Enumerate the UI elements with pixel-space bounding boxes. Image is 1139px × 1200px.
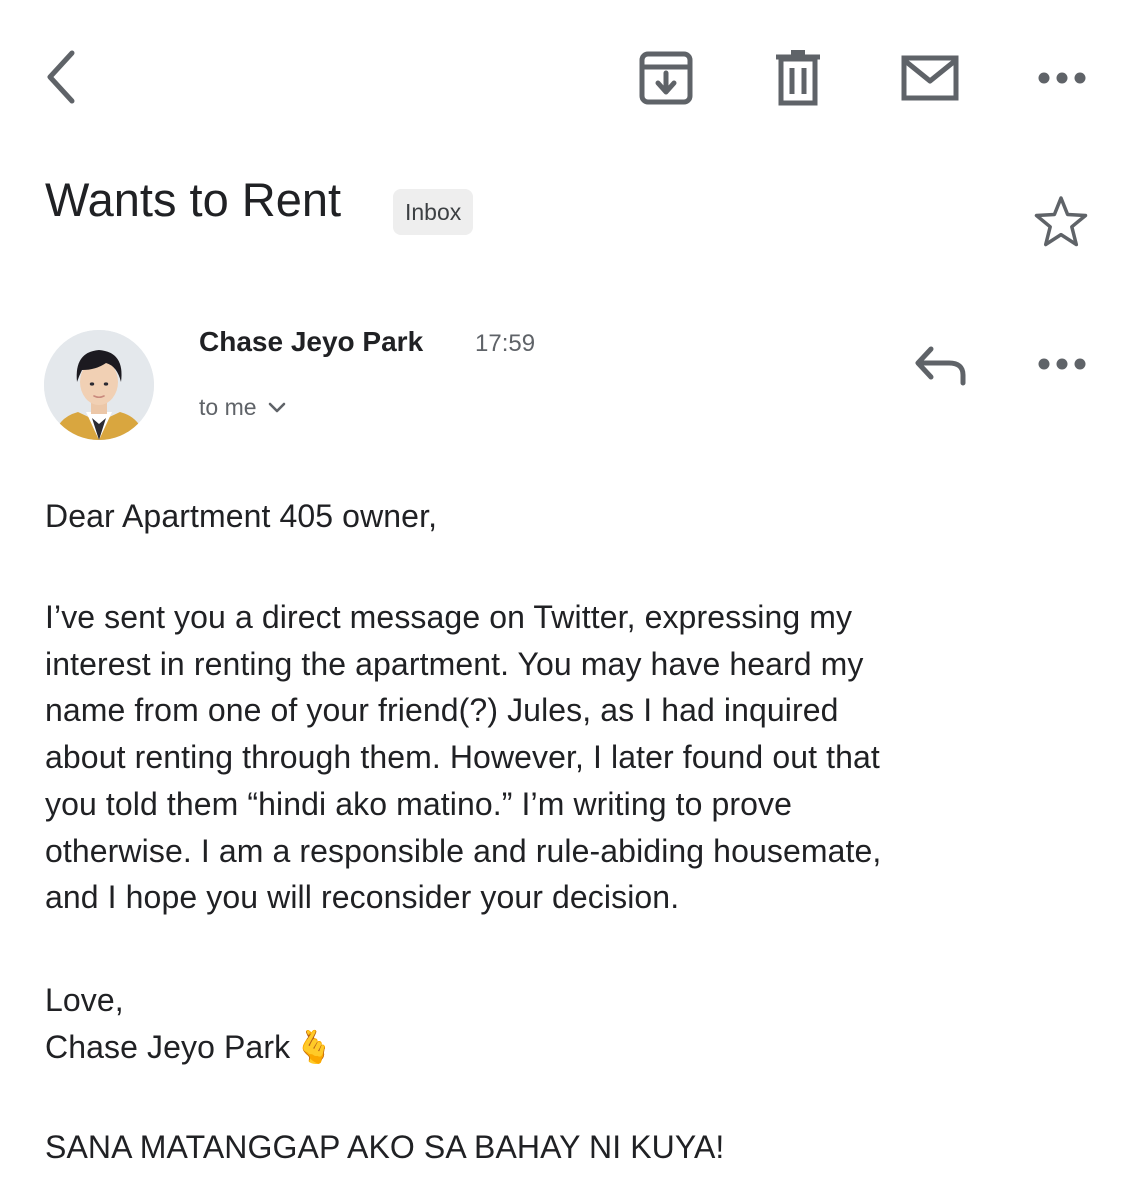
archive-icon: [639, 51, 693, 105]
signature-line: Chase Jeyo Park 🫰: [45, 1024, 1105, 1071]
star-icon: [1033, 195, 1089, 249]
sender-name[interactable]: Chase Jeyo Park: [199, 326, 423, 358]
recipient-label: to me: [199, 394, 257, 420]
sent-time: 17:59: [475, 330, 536, 357]
body-line: otherwise. I am a responsible and rule-a…: [45, 832, 882, 869]
chevron-left-icon: [42, 49, 82, 105]
more-horizontal-icon: [1038, 71, 1086, 85]
trash-icon: [774, 50, 822, 106]
delete-button[interactable]: [768, 48, 828, 108]
hand-emoji-icon: 🫰: [294, 1028, 335, 1065]
message-more-button[interactable]: [1032, 344, 1092, 384]
archive-button[interactable]: [634, 48, 698, 108]
inbox-label-badge[interactable]: Inbox: [393, 189, 474, 235]
chevron-down-icon: [267, 394, 287, 421]
body-line: you told them “hindi ako matino.” I’m wr…: [45, 785, 793, 822]
body-line: and I hope you will reconsider your deci…: [45, 879, 680, 916]
signature: Chase Jeyo Park: [45, 1028, 291, 1065]
message-postscript: SANA MATANGGAP AKO SA BAHAY NI KUYA!: [45, 1124, 1105, 1171]
more-horizontal-icon: [1038, 357, 1086, 371]
recipient-details-toggle[interactable]: to me: [199, 394, 287, 421]
sender-avatar[interactable]: [44, 330, 154, 440]
reply-icon: [913, 341, 969, 387]
reply-button[interactable]: [908, 336, 974, 392]
message-closing: Love, Chase Jeyo Park 🫰: [45, 977, 1105, 1070]
body-line: interest in renting the apartment. You m…: [45, 645, 864, 682]
postscript: SANA MATANGGAP AKO SA BAHAY NI KUYA!: [45, 1129, 725, 1165]
mark-unread-button[interactable]: [896, 48, 964, 108]
back-button[interactable]: [36, 46, 88, 108]
message-body: Dear Apartment 405 owner,: [45, 493, 1105, 540]
message-paragraph: I’ve sent you a direct message on Twitte…: [45, 594, 1105, 921]
email-subject: Wants to Rent: [45, 173, 342, 226]
closing: Love,: [45, 982, 124, 1018]
more-options-button[interactable]: [1032, 58, 1092, 98]
star-button[interactable]: [1030, 192, 1092, 252]
body-line: about renting through them. However, I l…: [45, 739, 880, 776]
body-line: I’ve sent you a direct message on Twitte…: [45, 599, 853, 635]
body-line: name from one of your friend(?) Jules, a…: [45, 692, 839, 729]
envelope-icon: [901, 55, 959, 101]
greeting: Dear Apartment 405 owner,: [45, 498, 438, 534]
